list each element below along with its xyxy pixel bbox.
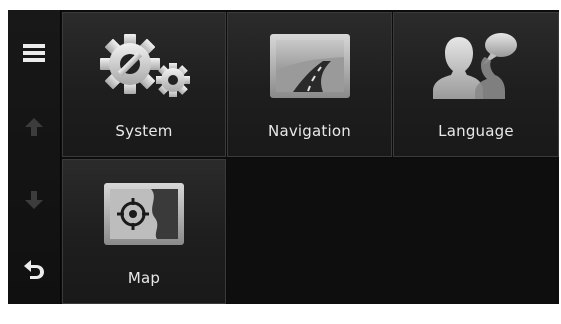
map-tile[interactable]: Map bbox=[62, 159, 226, 304]
map-label: Map bbox=[127, 269, 161, 287]
language-label: Language bbox=[438, 122, 514, 140]
gears-icon bbox=[63, 31, 225, 101]
road-icon bbox=[228, 31, 391, 101]
hamburger-menu-icon bbox=[23, 43, 45, 62]
back-button[interactable] bbox=[8, 232, 60, 304]
system-tile[interactable]: System bbox=[62, 12, 226, 157]
empty-grid-area bbox=[227, 159, 559, 304]
system-label: System bbox=[115, 122, 173, 140]
back-arrow-icon bbox=[24, 259, 44, 279]
settings-screen: System Navigation Language Map bbox=[8, 10, 559, 304]
menu-button[interactable] bbox=[8, 16, 60, 89]
arrow-up-icon bbox=[25, 117, 43, 136]
sidebar bbox=[8, 10, 61, 304]
arrow-down-icon bbox=[25, 190, 43, 209]
people-speech-icon bbox=[394, 31, 558, 101]
map-crosshair-icon bbox=[63, 178, 225, 248]
navigation-label: Navigation bbox=[268, 122, 351, 140]
navigation-tile[interactable]: Navigation bbox=[227, 12, 392, 157]
language-tile[interactable]: Language bbox=[393, 12, 559, 157]
scroll-up-button[interactable] bbox=[8, 90, 60, 163]
scroll-down-button[interactable] bbox=[8, 163, 60, 236]
